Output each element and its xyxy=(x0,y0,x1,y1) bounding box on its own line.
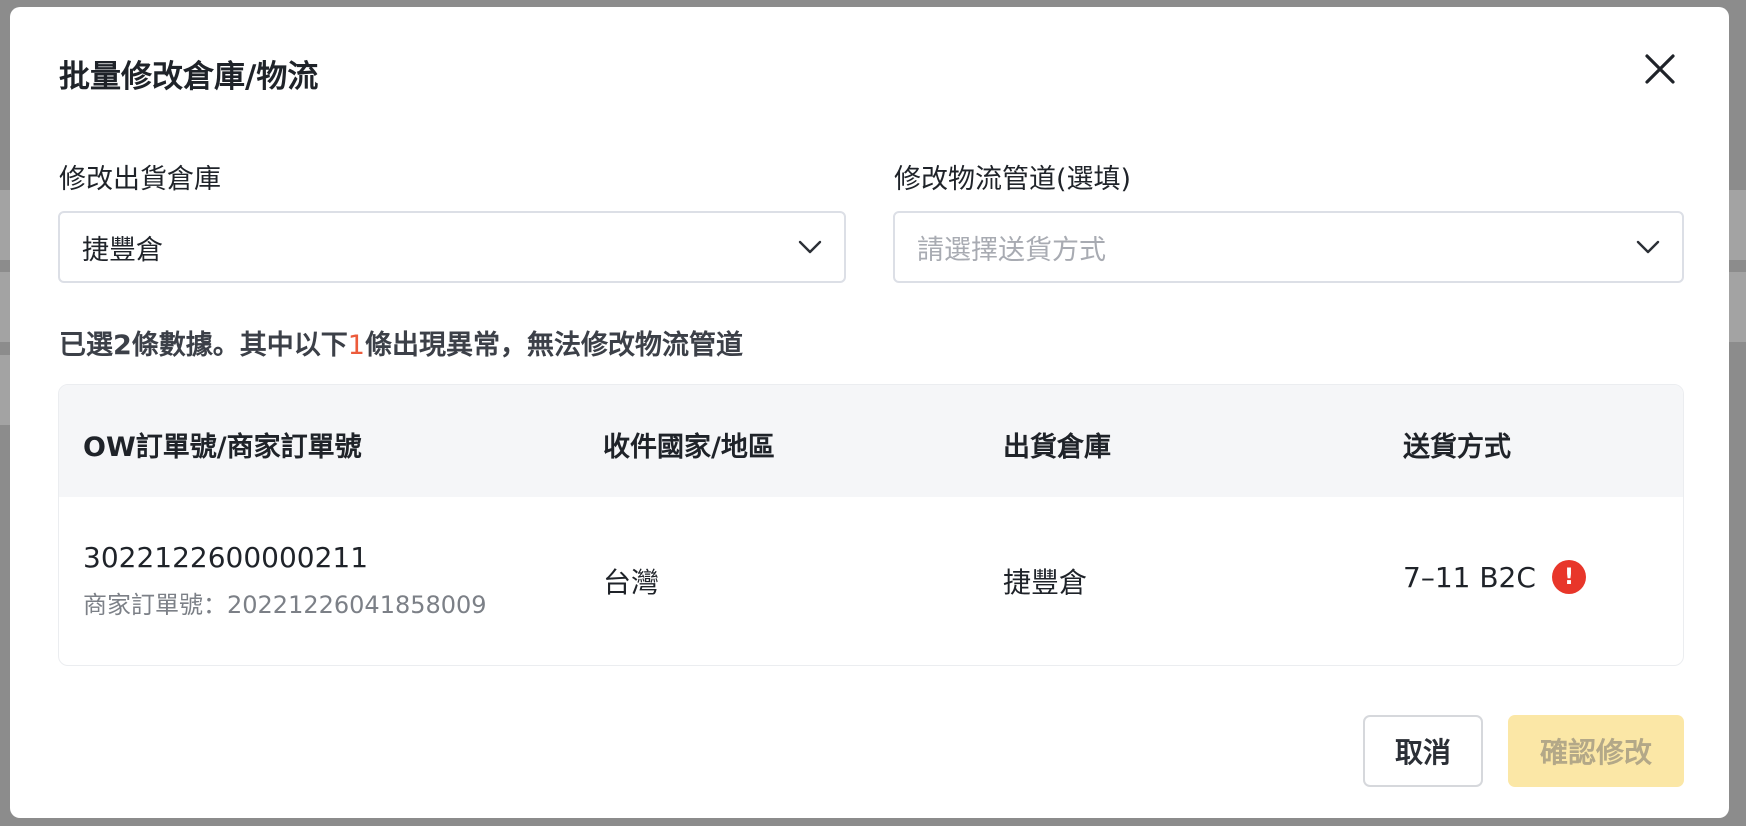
background-strip xyxy=(0,355,10,425)
column-header-order: OW訂單號/商家訂單號 xyxy=(83,432,362,463)
background-strip xyxy=(1729,272,1746,342)
background-strip xyxy=(1729,190,1746,260)
country-cell: 台灣 xyxy=(603,566,660,599)
merchant-order-number: 商家訂單號：20221226041858009 xyxy=(83,591,487,619)
column-header-warehouse: 出貨倉庫 xyxy=(1003,432,1111,463)
background-strip xyxy=(0,190,10,260)
order-number: 3022122600000211 xyxy=(83,541,369,574)
column-header-delivery: 送貨方式 xyxy=(1403,432,1511,463)
confirm-button[interactable]: 確認修改 xyxy=(1508,715,1684,787)
delivery-cell: 7–11 B2C xyxy=(1403,561,1536,594)
close-icon xyxy=(1645,54,1675,84)
chevron-down-icon xyxy=(798,240,822,254)
notice-prefix: 已選2條數據。其中以下 xyxy=(59,330,348,361)
exclamation-circle-icon[interactable]: ! xyxy=(1552,560,1586,594)
chevron-down-icon xyxy=(1636,240,1660,254)
close-button[interactable] xyxy=(1638,47,1682,91)
column-header-country: 收件國家/地區 xyxy=(603,432,775,463)
logistics-select[interactable]: 請選擇送貨方式 xyxy=(893,211,1684,283)
cancel-button[interactable]: 取消 xyxy=(1363,715,1483,787)
abnormal-count: 1 xyxy=(347,330,365,361)
logistics-field-label: 修改物流管道(選填) xyxy=(894,164,1132,195)
logistics-select-placeholder: 請選擇送貨方式 xyxy=(917,234,1106,266)
exception-table: OW訂單號/商家訂單號 收件國家/地區 出貨倉庫 送貨方式 3022122600… xyxy=(58,384,1684,666)
warehouse-select[interactable]: 捷豐倉 xyxy=(58,211,846,283)
dialog-title: 批量修改倉庫/物流 xyxy=(59,59,319,95)
notice-suffix: 條出現異常，無法修改物流管道 xyxy=(364,330,743,361)
background-strip xyxy=(0,272,10,342)
table-header: OW訂單號/商家訂單號 收件國家/地區 出貨倉庫 送貨方式 xyxy=(59,385,1683,497)
selection-notice: 已選2條數據。其中以下1條出現異常，無法修改物流管道 xyxy=(59,323,743,362)
table-row: 3022122600000211 商家訂單號：20221226041858009… xyxy=(59,497,1683,665)
warehouse-cell: 捷豐倉 xyxy=(1003,566,1088,599)
warehouse-select-value: 捷豐倉 xyxy=(82,234,163,266)
warehouse-field-label: 修改出貨倉庫 xyxy=(59,164,221,195)
batch-edit-dialog: 批量修改倉庫/物流 修改出貨倉庫 捷豐倉 修改物流管道(選填) 請選擇送貨方式 … xyxy=(10,7,1729,818)
